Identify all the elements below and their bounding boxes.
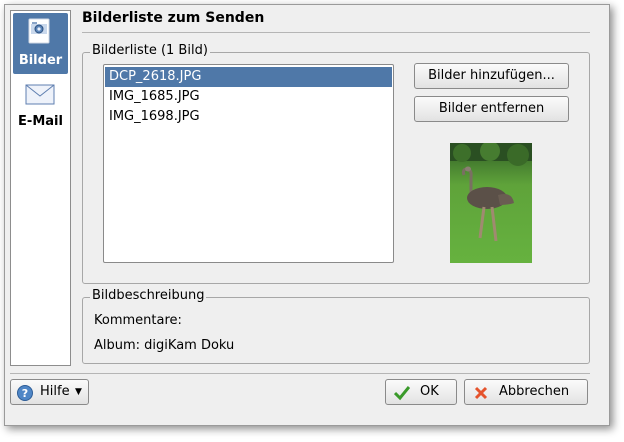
bottom-divider <box>10 373 590 374</box>
page-title: Bilderliste zum Senden <box>82 10 265 26</box>
image-preview <box>450 143 532 263</box>
sidebar-item-label: Bilder <box>18 53 63 68</box>
image-listbox[interactable]: DCP_2618.JPG IMG_1685.JPG IMG_1698.JPG <box>103 64 394 263</box>
help-button[interactable]: ? Hilfe ▼ <box>10 379 89 405</box>
cancel-button[interactable]: Abbrechen <box>464 379 588 405</box>
image-list-legend: Bilderliste (1 Bild) <box>90 43 210 58</box>
sidebar: Bilder E-Mail <box>10 10 71 366</box>
description-group <box>82 297 590 364</box>
envelope-icon <box>25 84 55 105</box>
list-item[interactable]: IMG_1698.JPG <box>105 107 392 127</box>
ok-label: OK <box>420 384 439 399</box>
cancel-label: Abbrechen <box>499 384 570 399</box>
svg-text:?: ? <box>22 387 28 400</box>
cancel-x-icon <box>474 386 488 400</box>
image-settings-icon <box>28 18 50 44</box>
sidebar-item-label: E-Mail <box>18 114 63 129</box>
add-images-button[interactable]: Bilder hinzufügen... <box>414 63 569 89</box>
comments-text: Kommentare: <box>94 313 182 328</box>
checkmark-icon <box>394 386 410 401</box>
list-item[interactable]: IMG_1685.JPG <box>105 87 392 107</box>
sidebar-item-bilder[interactable]: Bilder <box>13 13 68 74</box>
remove-images-button[interactable]: Bilder entfernen <box>414 96 569 122</box>
sidebar-item-email[interactable]: E-Mail <box>13 79 68 135</box>
list-item[interactable]: DCP_2618.JPG <box>105 67 392 87</box>
description-legend: Bildbeschreibung <box>90 288 207 303</box>
title-divider <box>82 32 590 33</box>
help-icon: ? <box>17 385 33 401</box>
chevron-down-icon: ▼ <box>75 387 82 397</box>
ok-button[interactable]: OK <box>385 379 457 405</box>
help-label: Hilfe <box>40 384 70 399</box>
album-text: Album: digiKam Doku <box>94 338 235 353</box>
